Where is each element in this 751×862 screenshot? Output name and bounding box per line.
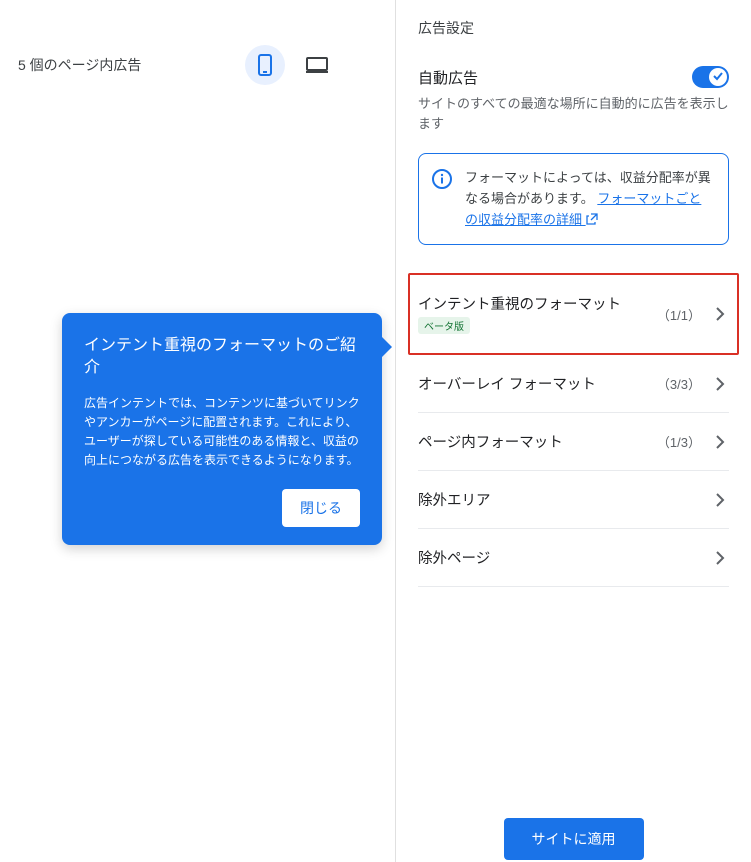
phone-icon: [258, 54, 272, 76]
chevron-right-icon: [711, 375, 729, 393]
format-label: ページ内フォーマット: [418, 431, 657, 452]
format-label: オーバーレイ フォーマット: [418, 373, 657, 394]
info-text: フォーマットによっては、収益分配率が異なる場合があります。 フォーマットごとの収…: [465, 168, 714, 230]
preview-top-row: 5 個のページ内広告: [0, 0, 395, 85]
mobile-view-button[interactable]: [245, 45, 285, 85]
format-main: インテント重視のフォーマットベータ版: [418, 293, 657, 335]
preview-panel: 5 個のページ内広告 インテント重視のフォーマットのご紹介 広告インテントでは、…: [0, 0, 395, 862]
chevron-right-icon: [711, 491, 729, 509]
beta-badge: ベータ版: [418, 317, 470, 334]
tooltip-close-button[interactable]: 閉じる: [282, 489, 360, 527]
format-row-2[interactable]: ページ内フォーマット（1/3）: [418, 413, 729, 471]
auto-ads-toggle[interactable]: [692, 66, 729, 88]
settings-panel: 広告設定 自動広告 サイトのすべての最適な場所に自動的に広告を表示します フォー…: [395, 0, 751, 862]
apply-to-site-button[interactable]: サイトに適用: [504, 818, 644, 860]
check-icon: [712, 70, 724, 82]
format-count: （1/1）: [657, 305, 701, 324]
auto-ads-row: 自動広告: [418, 66, 729, 88]
format-row-1[interactable]: オーバーレイ フォーマット（3/3）: [418, 355, 729, 413]
format-count: （1/3）: [657, 432, 701, 451]
format-main: オーバーレイ フォーマット: [418, 373, 657, 394]
intro-tooltip: インテント重視のフォーマットのご紹介 広告インテントでは、コンテンツに基づいてリ…: [62, 313, 382, 545]
desktop-view-button[interactable]: [297, 45, 337, 85]
page-ads-count-label: 5 個のページ内広告: [18, 55, 141, 75]
desktop-icon: [306, 57, 328, 73]
device-toggle-group: [245, 45, 337, 85]
format-main: ページ内フォーマット: [418, 431, 657, 452]
auto-ads-label: 自動広告: [418, 67, 478, 88]
panel-header: 広告設定: [418, 18, 729, 38]
format-row-3[interactable]: 除外エリア: [418, 471, 729, 529]
chevron-right-icon: [711, 549, 729, 567]
format-label: 除外ページ: [418, 547, 711, 568]
info-box: フォーマットによっては、収益分配率が異なる場合があります。 フォーマットごとの収…: [418, 153, 729, 245]
format-list: インテント重視のフォーマットベータ版（1/1）オーバーレイ フォーマット（3/3…: [418, 273, 729, 587]
format-label: 除外エリア: [418, 489, 711, 510]
tooltip-body: 広告インテントでは、コンテンツに基づいてリンクやアンカーがページに配置されます。…: [84, 394, 360, 471]
format-row-0[interactable]: インテント重視のフォーマットベータ版（1/1）: [408, 273, 739, 355]
info-icon: [431, 168, 453, 190]
format-main: 除外エリア: [418, 489, 711, 510]
format-label: インテント重視のフォーマット: [418, 293, 657, 314]
format-main: 除外ページ: [418, 547, 711, 568]
auto-ads-description: サイトのすべての最適な場所に自動的に広告を表示します: [418, 94, 729, 133]
external-link-icon: [586, 213, 598, 225]
format-count: （3/3）: [657, 374, 701, 393]
chevron-right-icon: [711, 305, 729, 323]
tooltip-title: インテント重視のフォーマットのご紹介: [84, 335, 360, 380]
format-row-4[interactable]: 除外ページ: [418, 529, 729, 587]
chevron-right-icon: [711, 433, 729, 451]
